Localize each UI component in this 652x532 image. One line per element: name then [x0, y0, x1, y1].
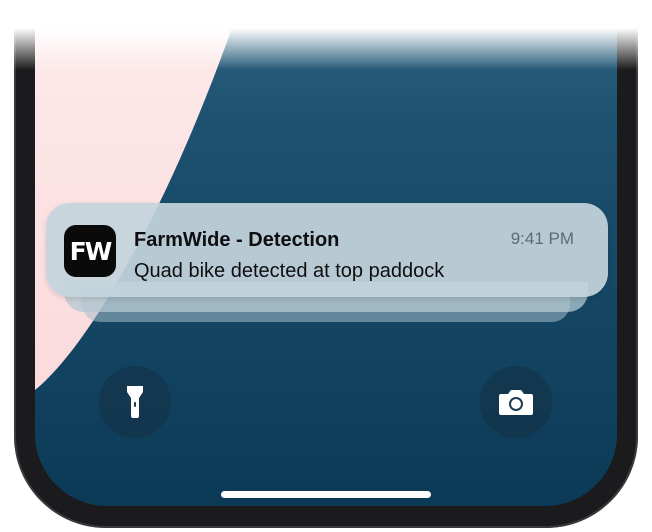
notification-time: 9:41 PM [510, 229, 574, 248]
farmwide-app-icon: FW [64, 225, 116, 277]
camera-icon [499, 390, 533, 415]
flashlight-icon [127, 386, 143, 418]
camera-button[interactable] [480, 366, 552, 438]
notification-card[interactable]: FW FarmWide - Detection 9:41 PM Quad bik… [46, 203, 608, 297]
home-indicator[interactable] [221, 491, 431, 498]
notification-body: Quad bike detected at top paddock [134, 260, 445, 282]
notification-title: FarmWide - Detection [134, 229, 340, 251]
lock-screen: FW FarmWide - Detection 9:41 PM Quad bik… [0, 0, 652, 532]
flashlight-button[interactable] [99, 366, 171, 438]
